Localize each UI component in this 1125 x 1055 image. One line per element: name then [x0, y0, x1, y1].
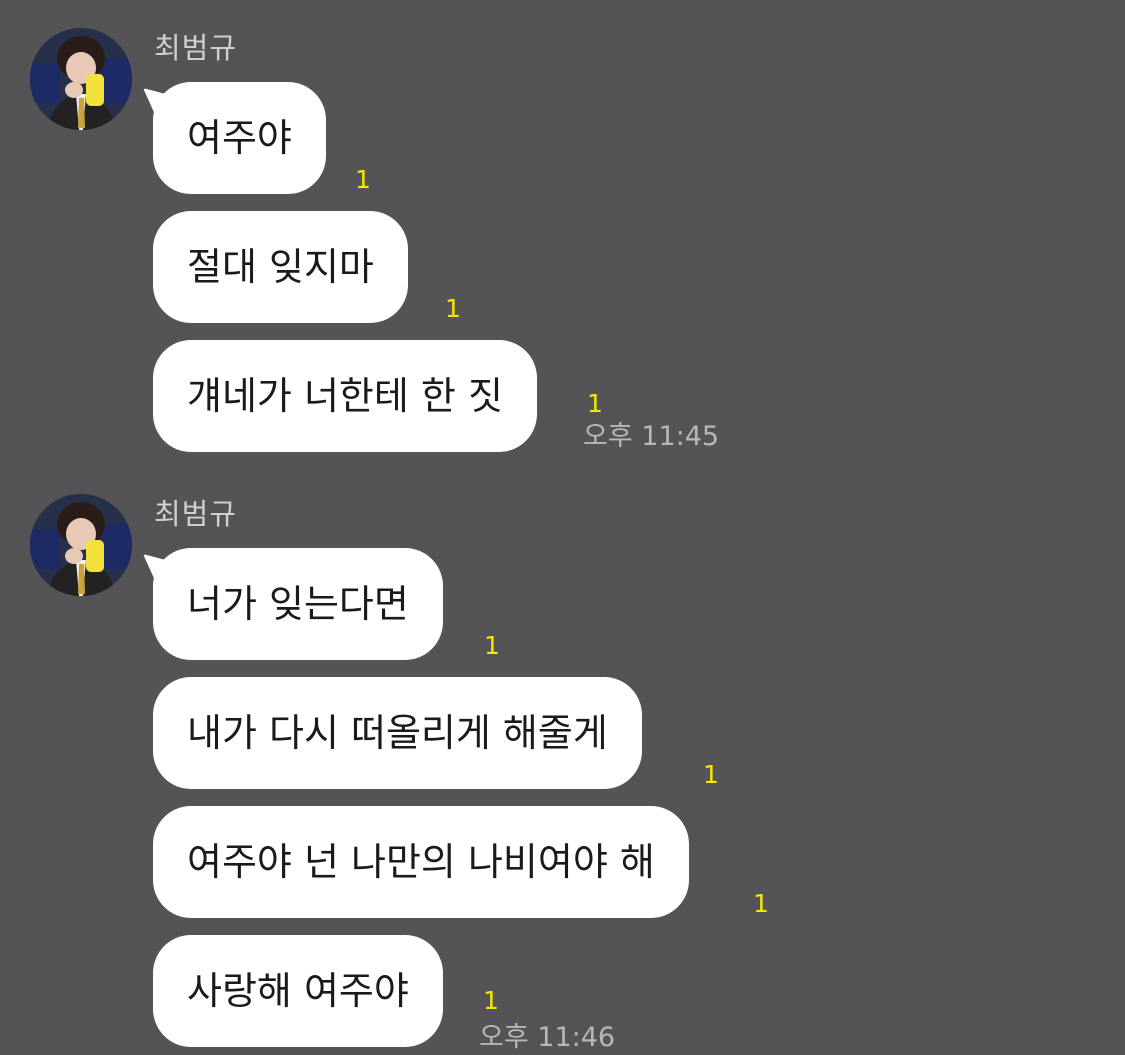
sender-name: 최범규	[154, 497, 238, 531]
unread-count: 1	[703, 760, 719, 789]
message-row: 사랑해 여주야 1 오후 11:46	[153, 935, 615, 1053]
message-row: 여주야 1	[153, 82, 371, 194]
message-bubble[interactable]: 여주야	[153, 82, 326, 194]
unread-count: 1	[355, 165, 371, 194]
avatar[interactable]	[30, 28, 132, 130]
timestamp: 오후 11:45	[583, 421, 720, 452]
message-bubble[interactable]: 너가 잊는다면	[153, 548, 443, 660]
unread-count: 1	[445, 294, 461, 323]
profile-photo	[30, 494, 132, 596]
message-row: 절대 잊지마 1	[153, 211, 461, 323]
message-row: 여주야 넌 나만의 나비여야 해 1	[153, 806, 769, 918]
unread-count: 1	[484, 631, 500, 660]
message-row: 걔네가 너한테 한 짓 1 오후 11:45	[153, 340, 719, 452]
unread-count: 1	[483, 986, 499, 1015]
message-bubble[interactable]: 내가 다시 떠올리게 해줄게	[153, 677, 642, 789]
sender-name: 최범규	[154, 31, 238, 65]
message-row: 너가 잊는다면 1	[153, 548, 500, 660]
message-row: 내가 다시 떠올리게 해줄게 1	[153, 677, 719, 789]
unread-count: 1	[753, 889, 769, 918]
timestamp: 오후 11:46	[479, 1022, 616, 1053]
message-bubble[interactable]: 사랑해 여주야	[153, 935, 443, 1047]
message-bubble[interactable]: 걔네가 너한테 한 짓	[153, 340, 537, 452]
avatar[interactable]	[30, 494, 132, 596]
unread-count: 1	[587, 389, 603, 418]
message-bubble[interactable]: 여주야 넌 나만의 나비여야 해	[153, 806, 689, 918]
chat-room: 최범규 여주야 1 절대 잊지마 1 걔네가 너한테 한 짓 1 오후 11:4…	[0, 0, 1125, 1053]
profile-photo	[30, 28, 132, 130]
message-bubble[interactable]: 절대 잊지마	[153, 211, 408, 323]
